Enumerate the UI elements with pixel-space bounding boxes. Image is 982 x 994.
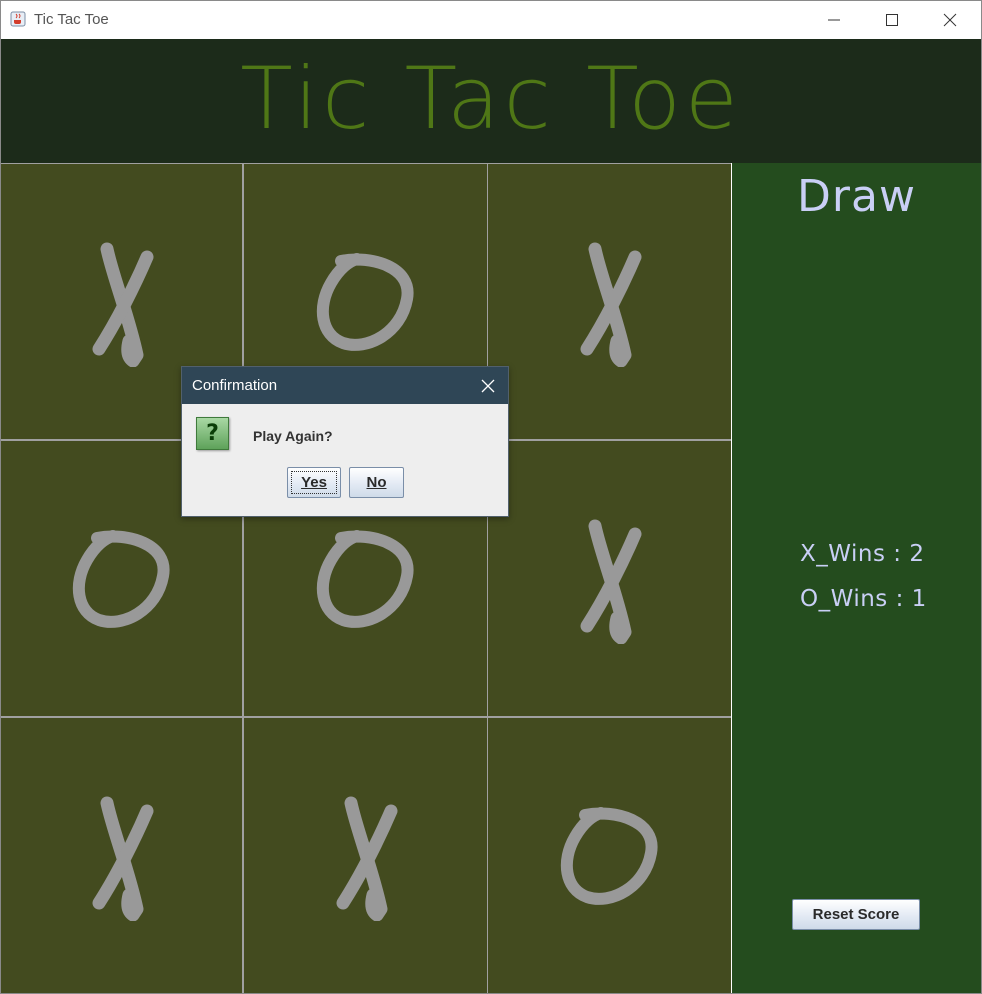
o-mark	[311, 247, 421, 357]
board-cell-2-3[interactable]	[488, 441, 731, 716]
game-header: Tic Tac Toe	[1, 39, 981, 163]
x-wins-score: X_Wins : 2	[800, 541, 925, 567]
maximize-button[interactable]	[863, 1, 921, 39]
o-wins-score: O_Wins : 1	[800, 586, 927, 612]
no-button[interactable]: No	[349, 467, 404, 498]
board-cell-1-3[interactable]	[488, 164, 731, 439]
dialog-title: Confirmation	[192, 377, 278, 394]
yes-button[interactable]: Yes	[287, 467, 341, 498]
board-cell-3-3[interactable]	[488, 718, 731, 993]
confirmation-dialog: Confirmation ? Play Again? Yes No	[181, 366, 509, 517]
board-cell-3-1[interactable]	[1, 718, 242, 993]
minimize-button[interactable]	[805, 1, 863, 39]
app-window: Tic Tac Toe Tic Tac Toe Draw X_Wins : 2 …	[0, 0, 982, 994]
close-icon[interactable]	[480, 378, 496, 394]
x-mark	[565, 237, 655, 367]
o-mark	[311, 524, 421, 634]
maximize-icon	[886, 14, 898, 26]
side-panel: Draw X_Wins : 2 O_Wins : 1 Reset Score	[732, 163, 981, 993]
window-title: Tic Tac Toe	[34, 11, 109, 28]
dialog-titlebar[interactable]: Confirmation	[182, 367, 508, 404]
dialog-message: Play Again?	[253, 428, 333, 444]
x-mark	[565, 514, 655, 644]
o-mark	[67, 524, 177, 634]
x-mark	[321, 791, 411, 921]
java-cup-icon	[10, 11, 26, 27]
question-icon: ?	[196, 417, 229, 450]
x-mark	[77, 791, 167, 921]
reset-score-button[interactable]: Reset Score	[792, 899, 920, 930]
game-board	[1, 163, 731, 993]
close-window-button[interactable]	[921, 1, 979, 39]
window-titlebar[interactable]: Tic Tac Toe	[1, 1, 981, 39]
minimize-icon	[828, 19, 840, 21]
o-mark	[555, 801, 665, 911]
close-icon	[943, 13, 957, 27]
x-mark	[77, 237, 167, 367]
board-cell-3-2[interactable]	[244, 718, 487, 993]
game-title: Tic Tac Toe	[240, 49, 742, 149]
game-status: Draw	[797, 171, 916, 222]
